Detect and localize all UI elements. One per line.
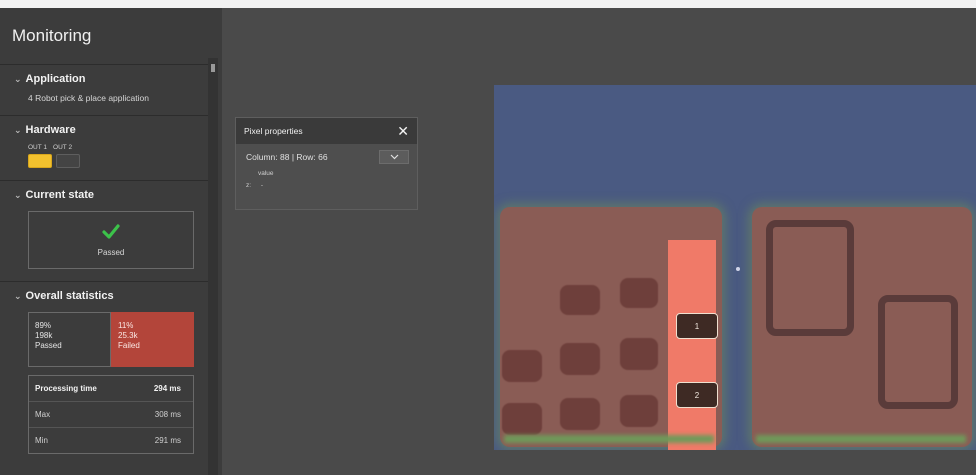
top-strip xyxy=(0,0,976,8)
pixel-properties-header[interactable]: Pixel properties ✕ xyxy=(236,118,417,144)
max-time-row: Max 308 ms xyxy=(29,401,193,427)
pixel-position-text: Column: 88 | Row: 66 xyxy=(246,152,328,162)
region-tag-1[interactable]: 1 xyxy=(676,313,718,339)
failed-count: 25.3k xyxy=(118,331,138,340)
overall-statistics-header[interactable]: ⌄ Overall statistics xyxy=(14,290,194,302)
object-item xyxy=(502,350,542,382)
object-item xyxy=(620,338,658,370)
frame-object xyxy=(766,220,854,336)
failed-percent: 11% xyxy=(118,321,134,330)
chevron-down-icon: ⌄ xyxy=(14,290,22,301)
monitoring-sidebar: Monitoring ⌄ Application 4 Robot pick & … xyxy=(0,8,222,475)
sidebar-title: Monitoring xyxy=(12,26,92,45)
highlighted-region xyxy=(668,240,716,450)
region-tag-2[interactable]: 2 xyxy=(676,382,718,408)
application-header[interactable]: ⌄ Application xyxy=(14,73,194,85)
min-time-label: Min xyxy=(35,436,48,445)
hardware-section: ⌄ Hardware OUT 1 OUT 2 xyxy=(0,115,208,180)
hardware-output-indicators xyxy=(28,154,194,168)
max-time-label: Max xyxy=(35,410,51,419)
object-item xyxy=(560,398,600,430)
object-item xyxy=(620,395,658,427)
processing-time-table: Processing time 294 ms Max 308 ms Min 29… xyxy=(28,375,194,454)
passed-count: 198k xyxy=(35,331,53,340)
z-label: z: xyxy=(246,182,252,189)
overall-statistics-section: ⌄ Overall statistics 89% 198k Passed 11%… xyxy=(0,281,208,466)
z-row: z: - xyxy=(246,182,417,189)
pixel-properties-panel: Pixel properties ✕ Column: 88 | Row: 66 … xyxy=(235,117,418,210)
current-state-box: Passed xyxy=(28,211,194,269)
scroll-up-arrow[interactable] xyxy=(211,64,215,72)
current-state-section: ⌄ Current state Passed xyxy=(0,180,208,281)
out2-label: OUT 2 xyxy=(53,144,73,151)
object-item xyxy=(560,343,600,375)
processing-time-value: 294 ms xyxy=(153,384,181,393)
current-state-heading: Current state xyxy=(25,189,95,201)
application-section: ⌄ Application 4 Robot pick & place appli… xyxy=(0,64,208,115)
pixel-position-row: Column: 88 | Row: 66 xyxy=(236,144,417,164)
application-description: 4 Robot pick & place application xyxy=(28,93,149,103)
passed-percent: 89% xyxy=(35,321,52,330)
position-dropdown[interactable] xyxy=(379,150,409,164)
out2-indicator xyxy=(56,154,80,168)
hardware-header[interactable]: ⌄ Hardware xyxy=(14,124,194,136)
z-value: - xyxy=(260,182,264,189)
close-icon[interactable]: ✕ xyxy=(397,123,409,140)
chevron-down-icon: ⌄ xyxy=(14,73,22,84)
current-state-header[interactable]: ⌄ Current state xyxy=(14,189,194,201)
current-state-status: Passed xyxy=(97,247,125,257)
chevron-down-icon: ⌄ xyxy=(14,189,22,200)
failed-stat: 11% 25.3k Failed xyxy=(111,312,194,367)
max-time-value: 308 ms xyxy=(154,410,181,419)
failed-label: Failed xyxy=(118,341,140,350)
hardware-output-labels: OUT 1 OUT 2 xyxy=(28,144,194,151)
pixel-properties-title: Pixel properties xyxy=(244,126,303,136)
passed-stat: 89% 198k Passed xyxy=(28,312,111,367)
chevron-down-icon: ⌄ xyxy=(14,124,22,135)
object-item xyxy=(620,278,658,308)
object-item xyxy=(502,403,542,435)
frame-object xyxy=(878,295,958,409)
hardware-heading: Hardware xyxy=(25,124,76,136)
processing-time-label: Processing time xyxy=(35,384,97,393)
tray-edge xyxy=(756,435,966,443)
cursor-point xyxy=(736,267,740,271)
out1-label: OUT 1 xyxy=(28,144,48,151)
processing-time-row: Processing time 294 ms xyxy=(29,376,193,401)
sidebar-content: ⌄ Application 4 Robot pick & place appli… xyxy=(0,64,208,466)
tray-edge xyxy=(504,435,714,443)
check-icon xyxy=(102,223,120,239)
object-item xyxy=(560,285,600,315)
sidebar-scrollbar[interactable] xyxy=(208,58,218,475)
camera-image-view[interactable]: 1 2 xyxy=(494,85,976,450)
passed-label: Passed xyxy=(35,341,62,350)
pass-fail-stats: 89% 198k Passed 11% 25.3k Failed xyxy=(28,312,194,367)
application-heading: Application xyxy=(25,73,86,85)
chevron-down-icon xyxy=(390,154,398,160)
out1-indicator xyxy=(28,154,52,168)
min-time-value: 291 ms xyxy=(154,436,181,445)
overall-statistics-heading: Overall statistics xyxy=(25,290,114,302)
value-column-header: value xyxy=(258,170,274,177)
min-time-row: Min 291 ms xyxy=(29,427,193,453)
